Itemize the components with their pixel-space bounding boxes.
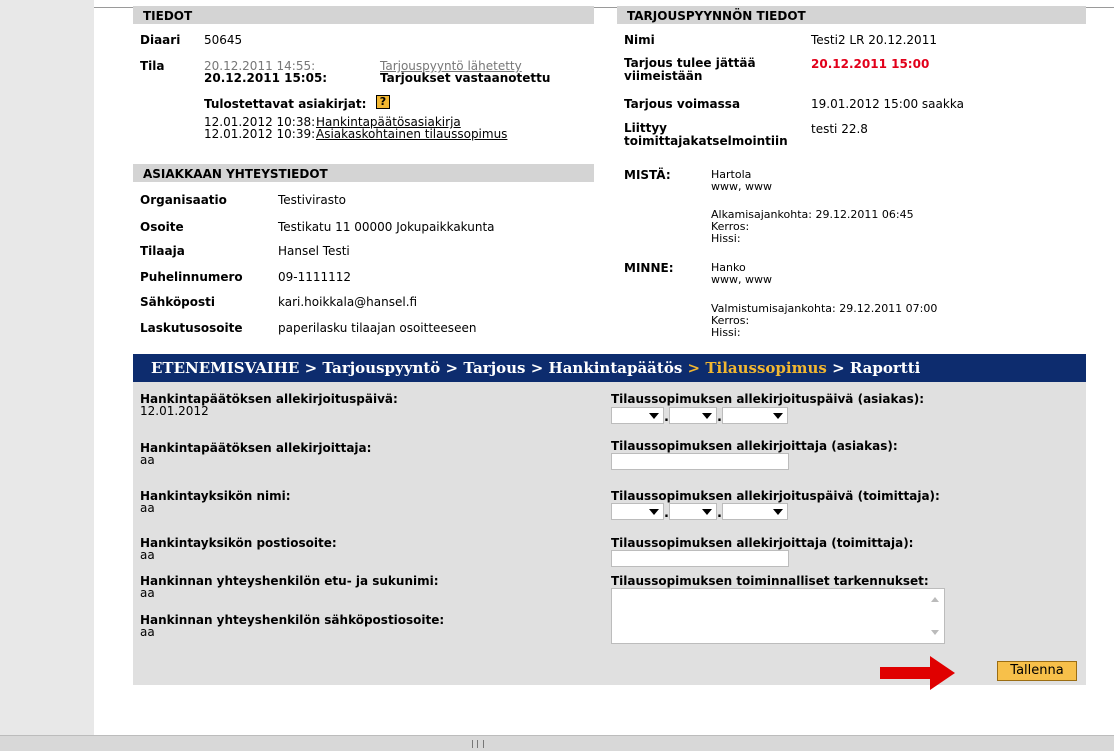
chevron-down-icon [649, 508, 659, 515]
signer-customer-input[interactable] [611, 453, 789, 470]
scroll-up-icon[interactable] [931, 597, 939, 602]
puhelin-value: 09-1111112 [278, 270, 352, 284]
form-label-hp-signer: Hankintapäätöksen allekirjoittaja: [140, 441, 372, 455]
diaari-value: 50645 [204, 33, 243, 47]
form-label-unit-name: Hankintayksikön nimi: [140, 489, 291, 503]
nav-sep: > [530, 359, 544, 377]
deadline-label: Tarjous tulee jättää viimeistään [624, 56, 756, 83]
minne-label: MINNE: [624, 261, 674, 275]
form-label-signer-supplier: Tilaussopimuksen allekirjoittaja (toimit… [611, 536, 914, 550]
mista-hissi: Hissi: [711, 232, 741, 245]
help-icon[interactable]: ? [376, 95, 390, 109]
voimassa-value: 19.01.2012 15:00 saakka [811, 97, 964, 111]
day-select-customer[interactable] [611, 407, 664, 424]
progress-nav-bar: ETENEMISVAIHE > Tarjouspyyntö > Tarjous … [133, 354, 1086, 382]
grip-line [477, 740, 478, 748]
form-label-refinements: Tilaussopimuksen toiminnalliset tarkennu… [611, 574, 929, 588]
org-label: Organisaatio [140, 193, 227, 207]
mista-label: MISTÄ: [624, 168, 671, 182]
liittyy-label: Liittyy toimittajakatselmointiin [624, 121, 788, 148]
printable-docs-label: Tulostettavat asiakirjat: [204, 97, 367, 111]
nav-sep: > [445, 359, 459, 377]
chevron-down-icon [702, 412, 712, 419]
form-value-unit-address: aa [140, 548, 155, 562]
form-value-contact-name: aa [140, 586, 155, 600]
form-value-hp-date: 12.01.2012 [140, 404, 209, 418]
nav-prefix: ETENEMISVAIHE [151, 359, 300, 377]
minne-web: www, www [711, 273, 772, 286]
nav-sep: > [832, 359, 845, 377]
nimi-label: Nimi [624, 33, 655, 47]
form-label-signer-customer: Tilaussopimuksen allekirjoittaja (asiaka… [611, 439, 898, 453]
tarjouspyynto-header: TARJOUSPYYNNÖN TIEDOT [617, 6, 1086, 24]
doc-link-tilaussopimus[interactable]: Asiakaskohtainen tilaussopimus [316, 127, 507, 141]
voimassa-label: Tarjous voimassa [624, 97, 741, 111]
textarea-scrollbar[interactable] [926, 589, 944, 643]
red-arrow-icon [880, 656, 955, 690]
form-value-unit-name: aa [140, 501, 155, 515]
tilaaja-label: Tilaaja [140, 244, 185, 258]
form-label-unit-address: Hankintayksikön postiosoite: [140, 536, 337, 550]
nav-sep: > [304, 359, 318, 377]
form-value-contact-email: aa [140, 625, 155, 639]
nav-sep-current: > [687, 359, 701, 377]
nav-step-tarjous[interactable]: Tarjous [463, 359, 525, 377]
chevron-down-icon [773, 412, 783, 419]
form-label-sign-date-supplier: Tilaussopimuksen allekirjoituspäivä (toi… [611, 489, 940, 503]
org-value: Testivirasto [278, 193, 346, 207]
left-gutter [0, 0, 94, 735]
nimi-value: Testi2 LR 20.12.2011 [811, 33, 937, 47]
form-label-sign-date-customer: Tilaussopimuksen allekirjoituspäivä (asi… [611, 392, 925, 406]
mista-web: www, www [711, 180, 772, 193]
osoite-label: Osoite [140, 220, 184, 234]
deadline-value: 20.12.2011 15:00 [811, 57, 930, 71]
horizontal-scrollbar[interactable] [0, 735, 1114, 751]
minne-hissi: Hissi: [711, 326, 741, 339]
doc2-time: 12.01.2012 10:39: [204, 127, 316, 141]
form-label-contact-email: Hankinnan yhteyshenkilön sähköpostiosoit… [140, 613, 445, 627]
year-select-supplier[interactable] [722, 503, 788, 520]
year-select-customer[interactable] [722, 407, 788, 424]
refinements-textarea[interactable] [611, 588, 945, 644]
sahkoposti-value: kari.hoikkala@hansel.fi [278, 295, 418, 309]
nav-step-tilaussopimus[interactable]: Tilaussopimus [705, 359, 827, 377]
tila-time-2: 20.12.2011 15:05: [204, 71, 328, 85]
scroll-down-icon[interactable] [931, 630, 939, 635]
nav-step-raportti[interactable]: Raportti [850, 359, 920, 377]
chevron-down-icon [773, 508, 783, 515]
scroll-grip-icon[interactable] [472, 740, 484, 748]
form-value-hp-signer: aa [140, 453, 155, 467]
chevron-down-icon [649, 412, 659, 419]
signer-supplier-input[interactable] [611, 550, 789, 567]
month-select-supplier[interactable] [669, 503, 717, 520]
puhelin-label: Puhelinnumero [140, 270, 243, 284]
tilaaja-value: Hansel Testi [278, 244, 350, 258]
tiedot-header: TIEDOT [133, 6, 594, 24]
laskutus-label: Laskutusosoite [140, 321, 243, 335]
month-select-customer[interactable] [669, 407, 717, 424]
day-select-supplier[interactable] [611, 503, 664, 520]
diaari-label: Diaari [140, 33, 181, 47]
liittyy-value: testi 22.8 [811, 122, 868, 136]
laskutus-value: paperilasku tilaajan osoitteeseen [278, 321, 477, 335]
nav-step-hankintapaatos[interactable]: Hankintapäätös [549, 359, 683, 377]
nav-step-tarjouspyynto[interactable]: Tarjouspyyntö [322, 359, 440, 377]
osoite-value: Testikatu 11 00000 Jokupaikkakunta [278, 220, 495, 234]
chevron-down-icon [702, 508, 712, 515]
tila-status-received: Tarjoukset vastaanotettu [380, 71, 551, 85]
tila-label: Tila [140, 59, 165, 73]
sahkoposti-label: Sähköposti [140, 295, 216, 309]
asiakas-header: ASIAKKAAN YHTEYSTIEDOT [133, 164, 594, 182]
form-label-contact-name: Hankinnan yhteyshenkilön etu- ja sukunim… [140, 574, 439, 588]
save-button[interactable]: Tallenna [997, 661, 1077, 681]
